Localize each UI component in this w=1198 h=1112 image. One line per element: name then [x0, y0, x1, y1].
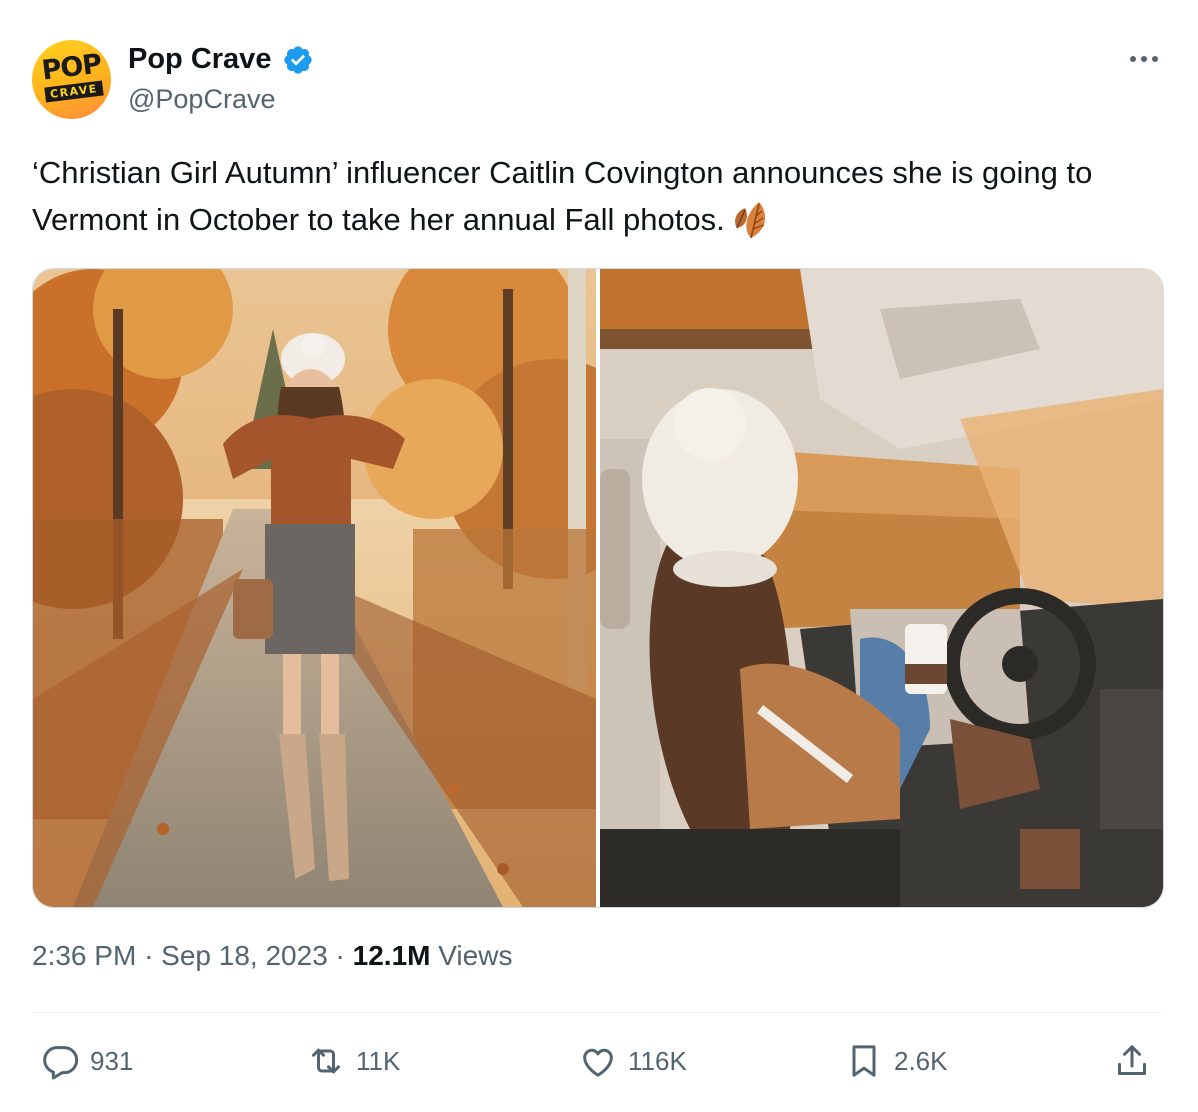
views-label: Views — [438, 940, 513, 971]
photo-woman-autumn-road[interactable] — [33, 269, 596, 907]
reply-icon — [43, 1046, 79, 1080]
media-grid — [32, 268, 1164, 908]
reply-button[interactable]: 931 — [40, 1040, 133, 1082]
tweet-time[interactable]: 2:36 PM — [32, 940, 136, 971]
photo-woman-in-car[interactable] — [600, 269, 1163, 907]
like-count: 116K — [628, 1045, 687, 1076]
divider — [32, 1012, 1162, 1013]
meta-separator: · — [144, 940, 154, 971]
repost-icon — [312, 1048, 340, 1074]
tweet-text-content: ‘Christian Girl Autumn’ influencer Caitl… — [32, 155, 1093, 237]
verified-badge-icon[interactable] — [282, 44, 314, 76]
repost-button[interactable]: 11K — [306, 1040, 400, 1082]
avatar[interactable]: POP CRAVE — [32, 40, 111, 119]
tweet-meta: 2:36 PM · Sep 18, 2023 · 12.1M Views — [32, 940, 512, 972]
share-icon — [1118, 1045, 1146, 1075]
heart-icon — [583, 1048, 613, 1077]
tweet-text: ‘Christian Girl Autumn’ influencer Caitl… — [32, 149, 1162, 243]
meta-separator: · — [335, 940, 345, 971]
leaves-icon — [734, 202, 765, 239]
tweet-date[interactable]: Sep 18, 2023 — [161, 940, 328, 971]
reply-count: 931 — [90, 1045, 134, 1076]
more-options-icon[interactable] — [1124, 46, 1164, 72]
repost-count: 11K — [356, 1045, 401, 1076]
views-count: 12.1M — [352, 940, 431, 971]
bookmark-button[interactable]: 2.6K — [844, 1040, 948, 1082]
bookmark-icon — [852, 1045, 876, 1077]
display-name[interactable]: Pop Crave — [128, 43, 271, 76]
share-button[interactable] — [1112, 1040, 1152, 1082]
like-button[interactable]: 116K — [578, 1040, 687, 1082]
handle[interactable]: @PopCrave — [128, 84, 275, 115]
bookmark-count: 2.6K — [894, 1045, 948, 1076]
